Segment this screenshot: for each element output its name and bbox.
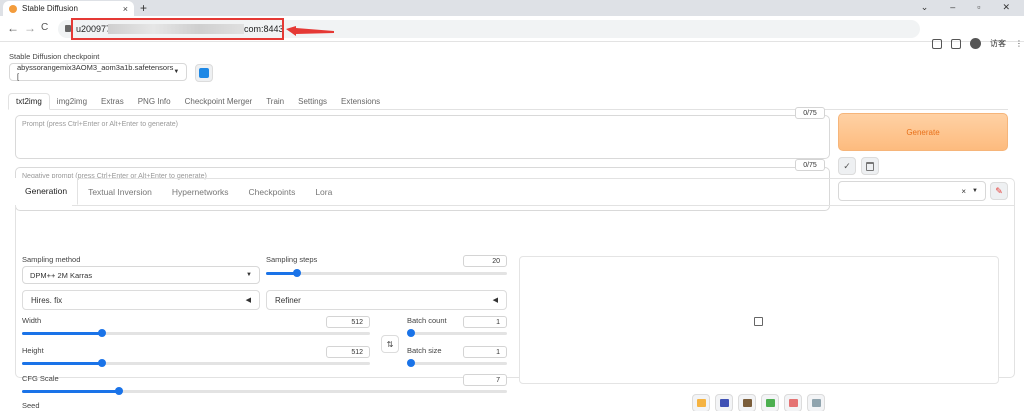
prompt-token-counter: 0/75: [795, 107, 825, 119]
hires-fix-accordion[interactable]: Hires. fix ◀: [22, 290, 260, 310]
folder-icon: [696, 399, 706, 407]
folder-button[interactable]: [692, 394, 710, 411]
window-controls: ⌄ – ▫ ✕: [921, 2, 1010, 13]
back-button[interactable]: ←: [7, 21, 19, 35]
checkpoint-label: Stable Diffusion checkpoint: [9, 52, 100, 61]
collapse-triangle-icon: ◀: [245, 297, 251, 304]
refresh-checkpoints-button[interactable]: [195, 64, 213, 82]
gallery-toolbar: [692, 394, 825, 411]
zip-icon: [742, 399, 752, 407]
height-label: Height: [22, 346, 44, 355]
maximize-button[interactable]: ▫: [977, 2, 980, 13]
prompt-textarea[interactable]: Prompt (press Ctrl+Enter or Alt+Enter to…: [15, 115, 830, 159]
tab-extras[interactable]: Extras: [94, 93, 131, 110]
sampling-method-dropdown[interactable]: DPM++ 2M Karras ▼: [22, 266, 260, 284]
refresh-icon: [199, 68, 209, 78]
tab-settings[interactable]: Settings: [291, 93, 334, 110]
batch-count-label: Batch count: [407, 316, 447, 325]
seed-label: Seed: [22, 401, 40, 410]
ruler-button[interactable]: [807, 394, 825, 411]
tab-close-icon[interactable]: ×: [123, 4, 128, 14]
save-icon: [719, 399, 729, 407]
batch-size-slider[interactable]: [407, 358, 507, 368]
checkpoint-value: abyssorangemix3AOM3_aom3a1b.safetensors …: [17, 63, 174, 81]
swap-icon: ⇅: [386, 339, 394, 349]
image-button[interactable]: [761, 394, 779, 411]
width-input[interactable]: 512: [326, 316, 370, 328]
cfg-scale-label: CFG Scale: [22, 374, 59, 383]
batch-size-input[interactable]: 1: [463, 346, 507, 358]
sampling-steps-label: Sampling steps: [266, 255, 318, 264]
checkpoint-dropdown[interactable]: abyssorangemix3AOM3_aom3a1b.safetensors …: [9, 63, 187, 81]
hires-fix-label: Hires. fix: [31, 295, 63, 305]
close-window-button[interactable]: ✕: [1002, 2, 1010, 13]
main-tabs: txt2img img2img Extras PNG Info Checkpoi…: [8, 93, 1008, 110]
clear-prompt-button[interactable]: [861, 157, 879, 175]
generate-button[interactable]: Generate: [838, 113, 1008, 151]
annotation-arrow-icon: [286, 26, 334, 36]
tab-train[interactable]: Train: [259, 93, 291, 110]
sampling-steps-input[interactable]: 20: [463, 255, 507, 267]
sampling-method-label: Sampling method: [22, 255, 81, 264]
width-slider[interactable]: [22, 328, 370, 338]
height-slider[interactable]: [22, 358, 370, 368]
refiner-accordion[interactable]: Refiner ◀: [266, 290, 507, 310]
minimize-button[interactable]: –: [950, 2, 955, 13]
collapse-triangle-icon: ◀: [492, 297, 498, 304]
zip-button[interactable]: [738, 394, 756, 411]
apply-style-button[interactable]: ✓: [838, 157, 856, 175]
tab-search-icon[interactable]: ⌄: [921, 2, 929, 13]
tab-lora[interactable]: Lora: [305, 178, 342, 205]
check-icon: ✓: [843, 160, 851, 171]
palette-icon: [788, 399, 798, 407]
forward-button[interactable]: →: [24, 21, 36, 35]
reload-button[interactable]: C: [41, 22, 48, 33]
cfg-scale-slider[interactable]: [22, 386, 507, 396]
generation-tabs: Generation Textual Inversion Hypernetwor…: [15, 178, 342, 205]
chevron-down-icon: ▼: [246, 272, 252, 278]
tab-png-info[interactable]: PNG Info: [131, 93, 178, 110]
browser-tabstrip: Stable Diffusion × + ⌄ – ▫ ✕: [0, 0, 1024, 16]
tab-img2img[interactable]: img2img: [50, 93, 94, 110]
save-button[interactable]: [715, 394, 733, 411]
palette-button[interactable]: [784, 394, 802, 411]
refiner-label: Refiner: [275, 295, 301, 305]
tab-checkpoint-merger[interactable]: Checkpoint Merger: [178, 93, 260, 110]
sampling-method-value: DPM++ 2M Karras: [30, 270, 93, 280]
browser-tab[interactable]: Stable Diffusion ×: [3, 1, 134, 16]
image-icon: [765, 399, 775, 407]
width-label: Width: [22, 316, 42, 325]
batch-count-slider[interactable]: [407, 328, 507, 338]
negative-prompt-token-counter: 0/75: [795, 159, 825, 171]
tab-extensions[interactable]: Extensions: [334, 93, 387, 110]
tab-txt2img[interactable]: txt2img: [8, 93, 50, 110]
new-tab-button[interactable]: +: [140, 1, 147, 15]
chevron-down-icon: ▼: [173, 69, 180, 75]
stable-diffusion-favicon-icon: [9, 4, 17, 13]
ruler-icon: [811, 399, 821, 407]
batch-count-input[interactable]: 1: [463, 316, 507, 328]
prompt-placeholder: Prompt (press Ctrl+Enter or Alt+Enter to…: [22, 121, 179, 128]
batch-size-label: Batch size: [407, 346, 442, 355]
height-input[interactable]: 512: [326, 346, 370, 358]
tab-generation[interactable]: Generation: [15, 178, 79, 205]
image-placeholder-icon: [754, 317, 763, 326]
cfg-scale-input[interactable]: 7: [463, 374, 507, 386]
trash-icon: [866, 161, 874, 171]
tab-hypernetworks[interactable]: Hypernetworks: [162, 178, 239, 205]
tab-divider: [72, 205, 1015, 206]
tab-textual-inversion[interactable]: Textual Inversion: [78, 178, 162, 205]
swap-dimensions-button[interactable]: ⇅: [381, 335, 399, 353]
sampling-steps-slider[interactable]: [266, 268, 507, 278]
tab-checkpoints[interactable]: Checkpoints: [239, 178, 306, 205]
annotation-highlight-box: [71, 18, 284, 40]
tab-title: Stable Diffusion: [22, 4, 78, 13]
